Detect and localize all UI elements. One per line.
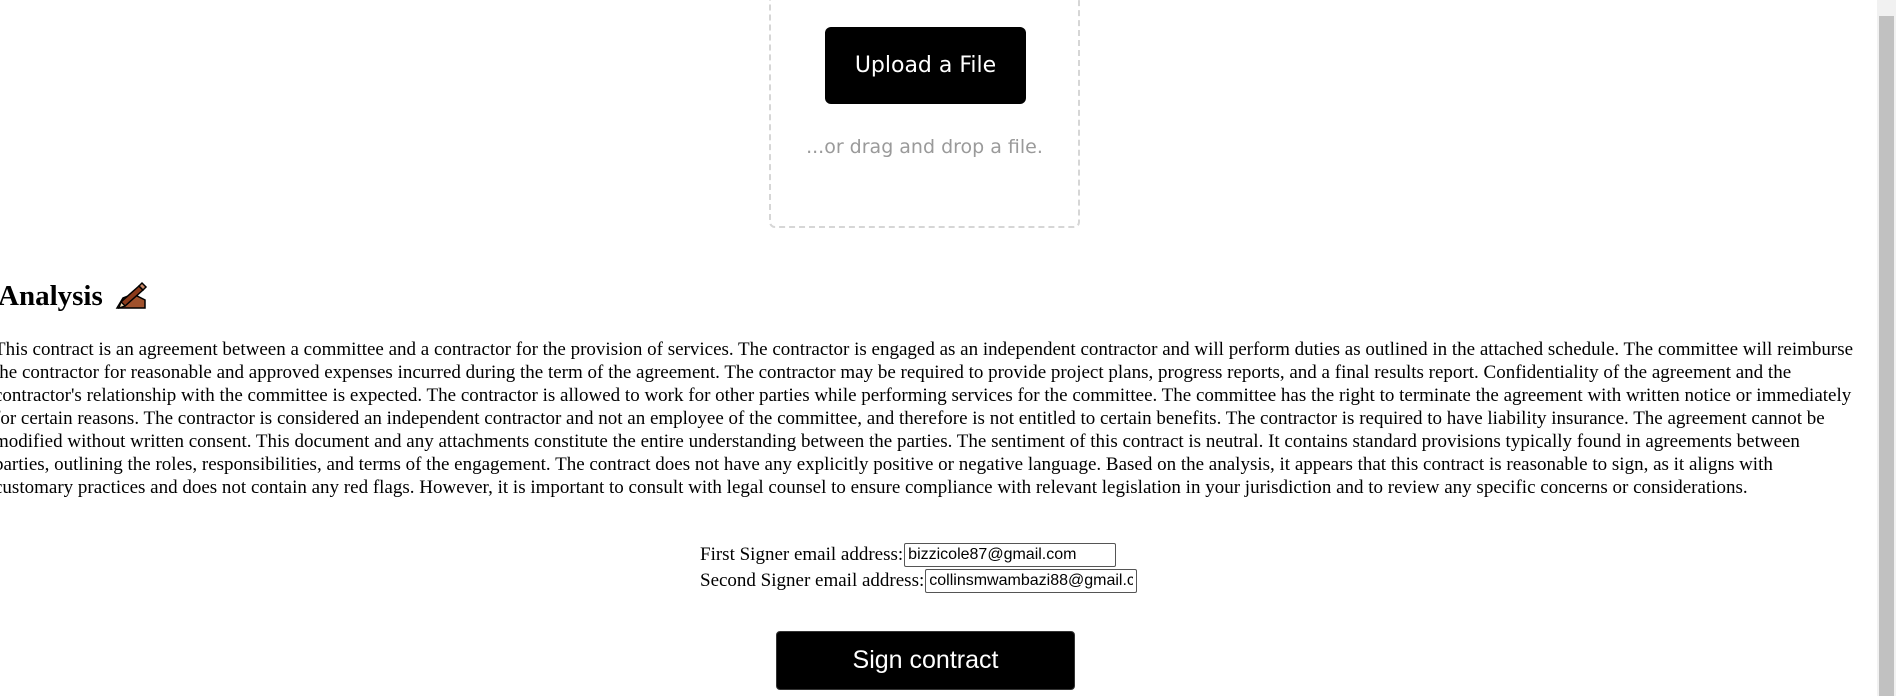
first-signer-email-input[interactable]: [904, 543, 1117, 567]
scrollbar-thumb[interactable]: [1879, 16, 1894, 696]
second-signer-row: Second Signer email address:: [700, 568, 1138, 594]
first-signer-label: First Signer email address:: [700, 544, 904, 565]
analysis-text: This contract is an agreement between a …: [0, 339, 1854, 498]
upload-file-button[interactable]: Upload a File: [825, 27, 1026, 104]
pencil-writing-icon: [113, 278, 149, 314]
drag-drop-hint: ...or drag and drop a file.: [806, 136, 1043, 158]
sign-contract-button[interactable]: Sign contract: [776, 631, 1075, 690]
analysis-heading: Analysis: [0, 276, 149, 316]
analysis-title: Analysis: [0, 280, 103, 312]
scrollbar-track[interactable]: [1877, 0, 1896, 696]
second-signer-email-input[interactable]: [925, 569, 1138, 593]
second-signer-label: Second Signer email address:: [700, 570, 925, 591]
signers-form: First Signer email address: Second Signe…: [700, 542, 1138, 594]
first-signer-row: First Signer email address:: [700, 542, 1137, 568]
